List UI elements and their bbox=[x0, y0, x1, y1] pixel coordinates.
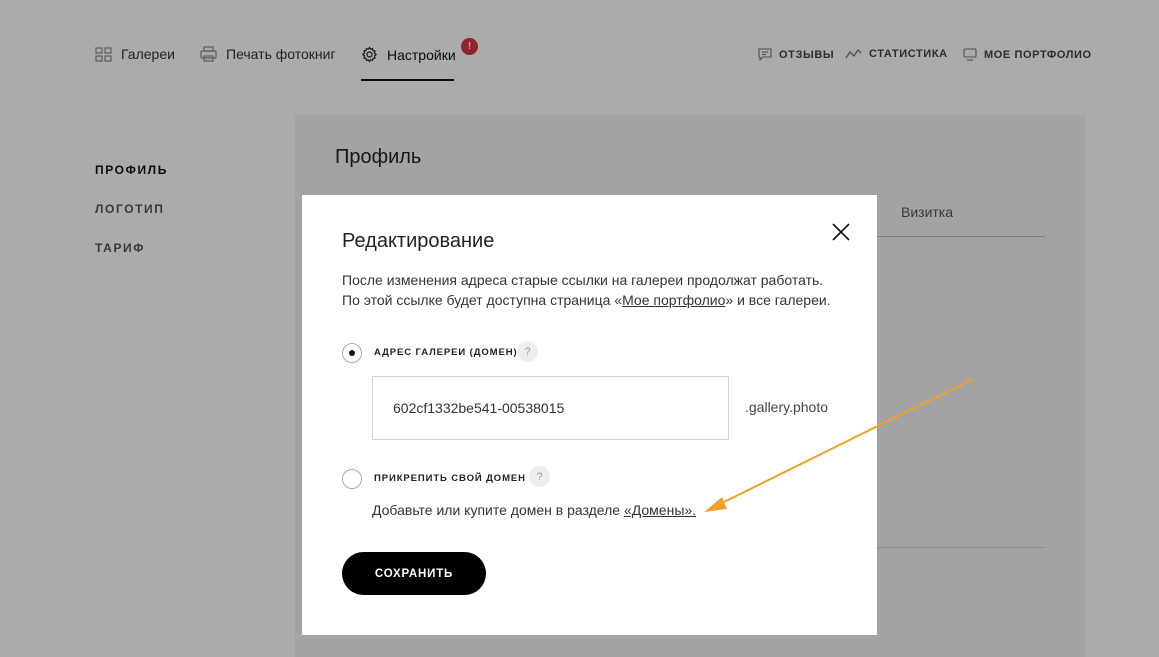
help-icon[interactable]: ? bbox=[517, 341, 538, 362]
gallery-domain-radio[interactable] bbox=[342, 343, 362, 363]
close-icon bbox=[832, 223, 850, 241]
domain-input[interactable] bbox=[372, 376, 729, 440]
custom-domain-label: ПРИКРЕПИТЬ СВОЙ ДОМЕН bbox=[374, 473, 526, 484]
modal-title: Редактирование bbox=[342, 230, 495, 252]
save-button[interactable]: СОХРАНИТЬ bbox=[342, 552, 486, 595]
domains-link[interactable]: «Домены». bbox=[624, 502, 696, 518]
domain-suffix: .gallery.photo bbox=[745, 399, 829, 415]
help-icon[interactable]: ? bbox=[529, 466, 550, 487]
description-text-end: » и все галереи. bbox=[725, 292, 831, 308]
custom-domain-radio[interactable] bbox=[342, 469, 362, 489]
hint-text: Добавьте или купите домен в разделе bbox=[372, 502, 624, 518]
description-line-1: После изменения адреса старые ссылки на … bbox=[342, 272, 824, 288]
modal-description: После изменения адреса старые ссылки на … bbox=[342, 270, 852, 310]
domains-hint: Добавьте или купите домен в разделе «Дом… bbox=[372, 502, 696, 518]
gallery-domain-label: АДРЕС ГАЛЕРЕИ (ДОМЕН) bbox=[374, 347, 518, 358]
close-button[interactable] bbox=[830, 221, 852, 243]
portfolio-link[interactable]: Мое портфолио bbox=[622, 292, 725, 308]
edit-domain-modal: Редактирование После изменения адреса ст… bbox=[302, 195, 877, 635]
description-line-2: По этой ссылке будет доступна страница «… bbox=[342, 290, 852, 310]
description-text: По этой ссылке будет доступна страница « bbox=[342, 292, 623, 308]
